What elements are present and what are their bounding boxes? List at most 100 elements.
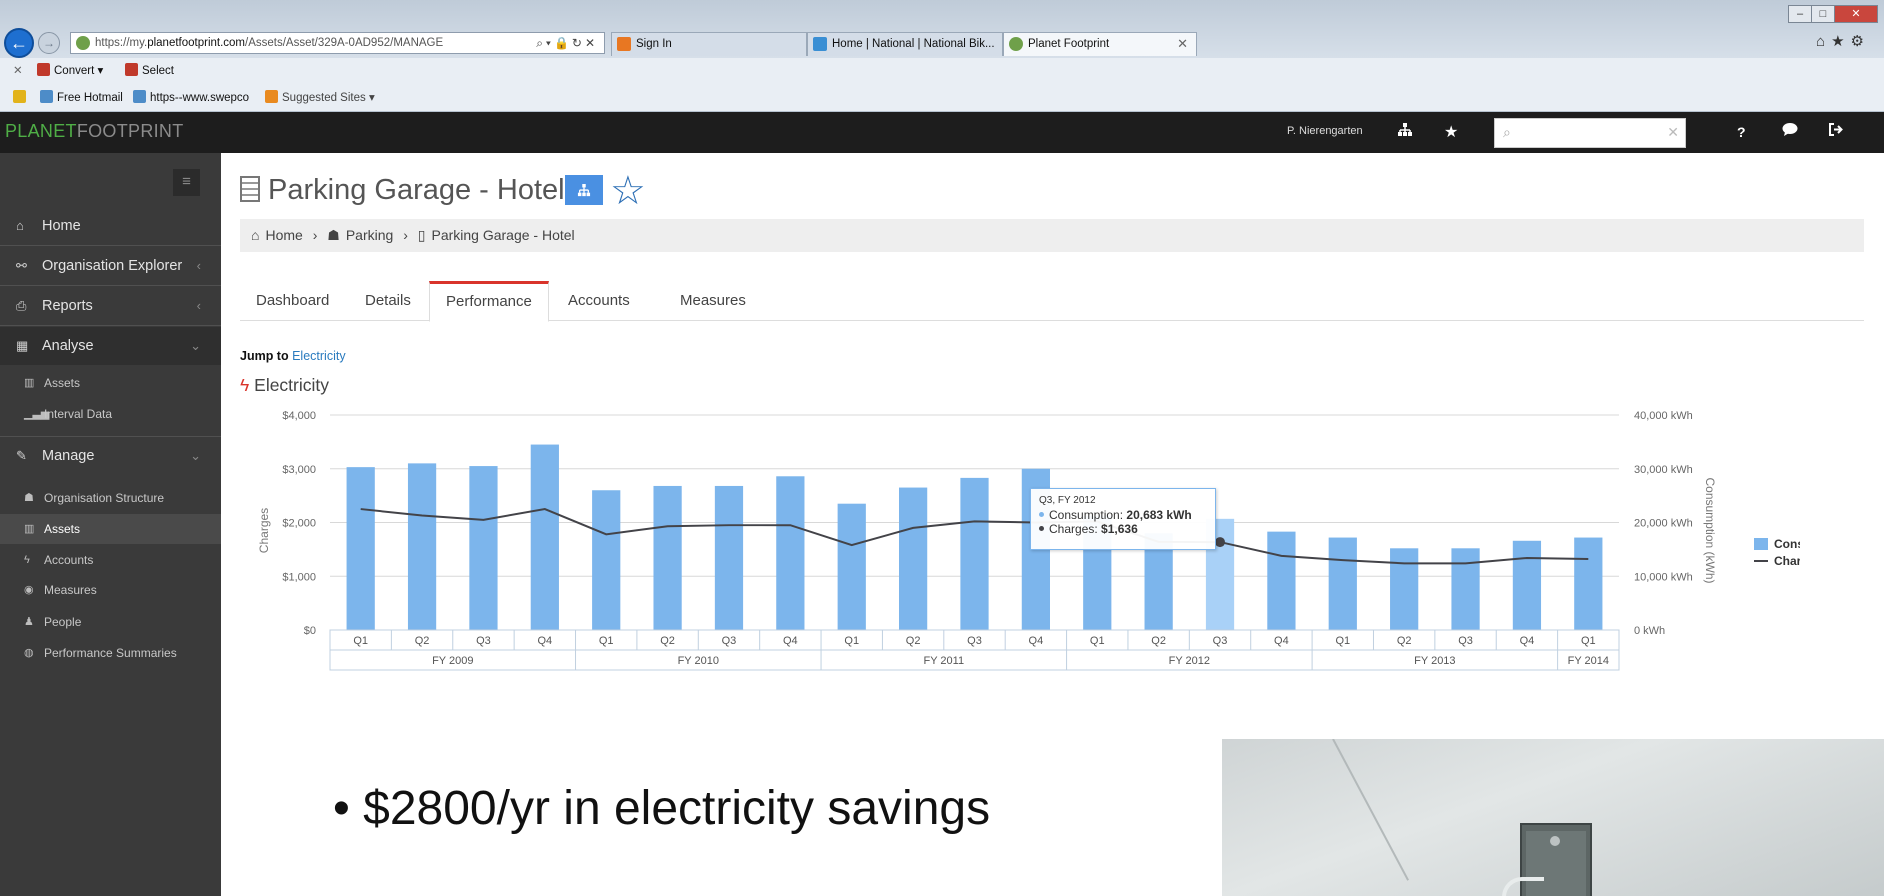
- sidebar-subitem-organisation-structure[interactable]: ☗ Organisation Structure: [0, 482, 221, 514]
- help-icon[interactable]: ?: [1737, 124, 1746, 140]
- breadcrumb-parking[interactable]: Parking: [346, 227, 393, 243]
- consumption-bar: [1574, 537, 1603, 630]
- dashboard-icon: ◍: [24, 647, 34, 659]
- select-button[interactable]: Select: [125, 58, 174, 85]
- page-title-text: Parking Garage - Hotel: [268, 174, 565, 206]
- chart-tooltip: Q3, FY 2012 Consumption: 20,683 kWh Char…: [1030, 488, 1216, 550]
- org-hierarchy-icon[interactable]: [1397, 122, 1413, 143]
- tab-performance[interactable]: Performance: [429, 281, 549, 322]
- sidebar-subitem-measures[interactable]: ◉ Measures: [0, 575, 221, 605]
- minimize-button[interactable]: –: [1788, 5, 1812, 23]
- measure-icon: ◉: [24, 584, 34, 596]
- browser-chrome: ← → https://my.planetfootprint.com/Asset…: [0, 0, 1884, 112]
- address-bar-icons[interactable]: ⌕▾🔒↻✕: [536, 33, 598, 53]
- search-input[interactable]: ⌕ ✕: [1494, 118, 1686, 148]
- sidebar-item-manage[interactable]: ✎ Manage ⌄: [0, 437, 221, 475]
- consumption-bar: [776, 476, 805, 630]
- building-icon: [240, 176, 260, 202]
- sidebar-subitem-assets[interactable]: ▥ Assets: [0, 367, 221, 399]
- tab-national-bike[interactable]: Home | National | National Bik...: [807, 32, 1003, 56]
- window-close-button[interactable]: ✕: [1834, 5, 1878, 23]
- divider: [0, 245, 221, 246]
- fav-hotmail[interactable]: Free Hotmail: [40, 85, 123, 112]
- sidebar-subitem-interval-data[interactable]: ▁▃▅ Interval Data: [0, 398, 221, 430]
- ie-page-icon: [40, 90, 53, 103]
- forward-button[interactable]: →: [38, 32, 60, 54]
- tab-dashboard[interactable]: Dashboard: [240, 281, 345, 321]
- tab-label: Home | National | National Bik...: [832, 38, 995, 50]
- tab-accounts[interactable]: Accounts: [552, 281, 646, 321]
- user-icon: ♟: [24, 616, 34, 628]
- chevron-left-icon: ‹: [196, 258, 201, 273]
- left-tick-label: $1,000: [282, 571, 316, 583]
- logout-icon[interactable]: [1828, 122, 1843, 142]
- tab-label: Planet Footprint: [1028, 38, 1110, 50]
- consumption-bar: [714, 485, 744, 630]
- tab-close-icon[interactable]: ✕: [1177, 33, 1188, 55]
- favorites-star-icon[interactable]: ★: [1444, 122, 1458, 142]
- ie-page-icon: [133, 90, 146, 103]
- close-icon[interactable]: ✕: [13, 58, 23, 85]
- sidebar-subitem-label: Assets: [44, 376, 81, 390]
- sidebar-subitem-label: Organisation Structure: [44, 491, 165, 505]
- fav-suggested-sites[interactable]: Suggested Sites ▾: [265, 85, 375, 112]
- legend-consumption-label: Consumption: [1774, 537, 1800, 551]
- sidebar-subitem-label: People: [44, 615, 82, 629]
- sidebar-item-home[interactable]: ⌂ Home: [0, 207, 221, 245]
- sidebar-item-reports[interactable]: ⎙ Reports ‹: [0, 287, 221, 325]
- favorites-star-icon[interactable]: [13, 85, 30, 112]
- ceiling-crack: [1332, 739, 1409, 881]
- planet-footprint-logo[interactable]: PLANETFOOTPRINT: [5, 121, 184, 142]
- tab-sign-in[interactable]: Sign In: [611, 32, 807, 56]
- clear-search-icon[interactable]: ✕: [1667, 124, 1679, 141]
- right-tick-label: 20,000 kWh: [1634, 518, 1693, 530]
- quarter-label: Q3: [476, 635, 491, 647]
- sidebar-subitem-performance-summaries[interactable]: ◍ Performance Summaries: [0, 638, 221, 668]
- breadcrumb-home[interactable]: Home: [265, 227, 302, 243]
- maximize-button[interactable]: □: [1811, 5, 1835, 23]
- select-label: Select: [142, 65, 174, 77]
- user-name[interactable]: P. Nierengarten: [1287, 125, 1363, 137]
- favorite-star-button[interactable]: ☆: [610, 171, 646, 211]
- sidebar-subitem-accounts[interactable]: ϟ Accounts: [0, 545, 221, 575]
- sidebar-subitem-label: Performance Summaries: [44, 646, 177, 660]
- back-button[interactable]: ←: [4, 28, 34, 58]
- sidebar-item-organisation-explorer[interactable]: ⚯ Organisation Explorer ‹: [0, 247, 221, 285]
- sidebar-subitem-manage-assets[interactable]: ▥ Assets: [0, 514, 221, 544]
- jump-to: Jump to Electricity: [240, 349, 346, 363]
- sidebar-toggle-button[interactable]: ≡: [173, 169, 200, 196]
- address-domain: planetfootprint.com: [147, 37, 246, 49]
- quarter-label: Q1: [599, 635, 614, 647]
- sidebar-subitem-label: Assets: [44, 522, 81, 536]
- chevron-down-icon: ⌄: [190, 338, 201, 353]
- quarter-label: Q1: [1581, 635, 1596, 647]
- quarter-label: Q4: [1274, 635, 1289, 647]
- search-icon: ⌕: [1503, 124, 1511, 140]
- convert-button[interactable]: Convert ▾: [37, 58, 103, 85]
- users-icon: ☗: [327, 227, 340, 243]
- address-bar[interactable]: https://my.planetfootprint.com/Assets/As…: [70, 32, 605, 54]
- page-tabs: Dashboard Details Performance Accounts M…: [240, 281, 1864, 322]
- tooltip-consumption: Consumption: 20,683 kWh: [1039, 508, 1207, 522]
- sidebar-subitem-label: Interval Data: [44, 407, 113, 421]
- tab-details[interactable]: Details: [349, 281, 427, 321]
- quarter-label: Q1: [1335, 635, 1350, 647]
- jump-to-label: Jump to: [240, 349, 289, 363]
- fav-suggested-label: Suggested Sites: [282, 92, 366, 104]
- quarter-label: Q2: [660, 635, 675, 647]
- org-structure-button[interactable]: [565, 175, 603, 205]
- chat-icon[interactable]: [1782, 122, 1798, 142]
- tab-planet-footprint[interactable]: Planet Footprint ✕: [1003, 32, 1197, 56]
- sitemap-icon: ⚯: [16, 258, 27, 273]
- fav-swepco[interactable]: https--www.swepco: [133, 85, 249, 112]
- quarter-label: Q3: [1458, 635, 1473, 647]
- consumption-bar: [960, 477, 989, 630]
- browser-toolbar-icons[interactable]: ⌂★⚙: [1816, 32, 1870, 50]
- tab-measures[interactable]: Measures: [664, 281, 762, 321]
- command-bar: ✕ Convert ▾ Select: [0, 58, 1884, 85]
- sidebar-item-analyse[interactable]: ▦ Analyse ⌄: [0, 327, 221, 365]
- tooltip-charges-value: $1,636: [1101, 522, 1138, 536]
- jump-to-electricity-link[interactable]: Electricity: [292, 349, 345, 363]
- charges-highlight-point: [1215, 537, 1226, 548]
- sidebar-subitem-people[interactable]: ♟ People: [0, 607, 221, 637]
